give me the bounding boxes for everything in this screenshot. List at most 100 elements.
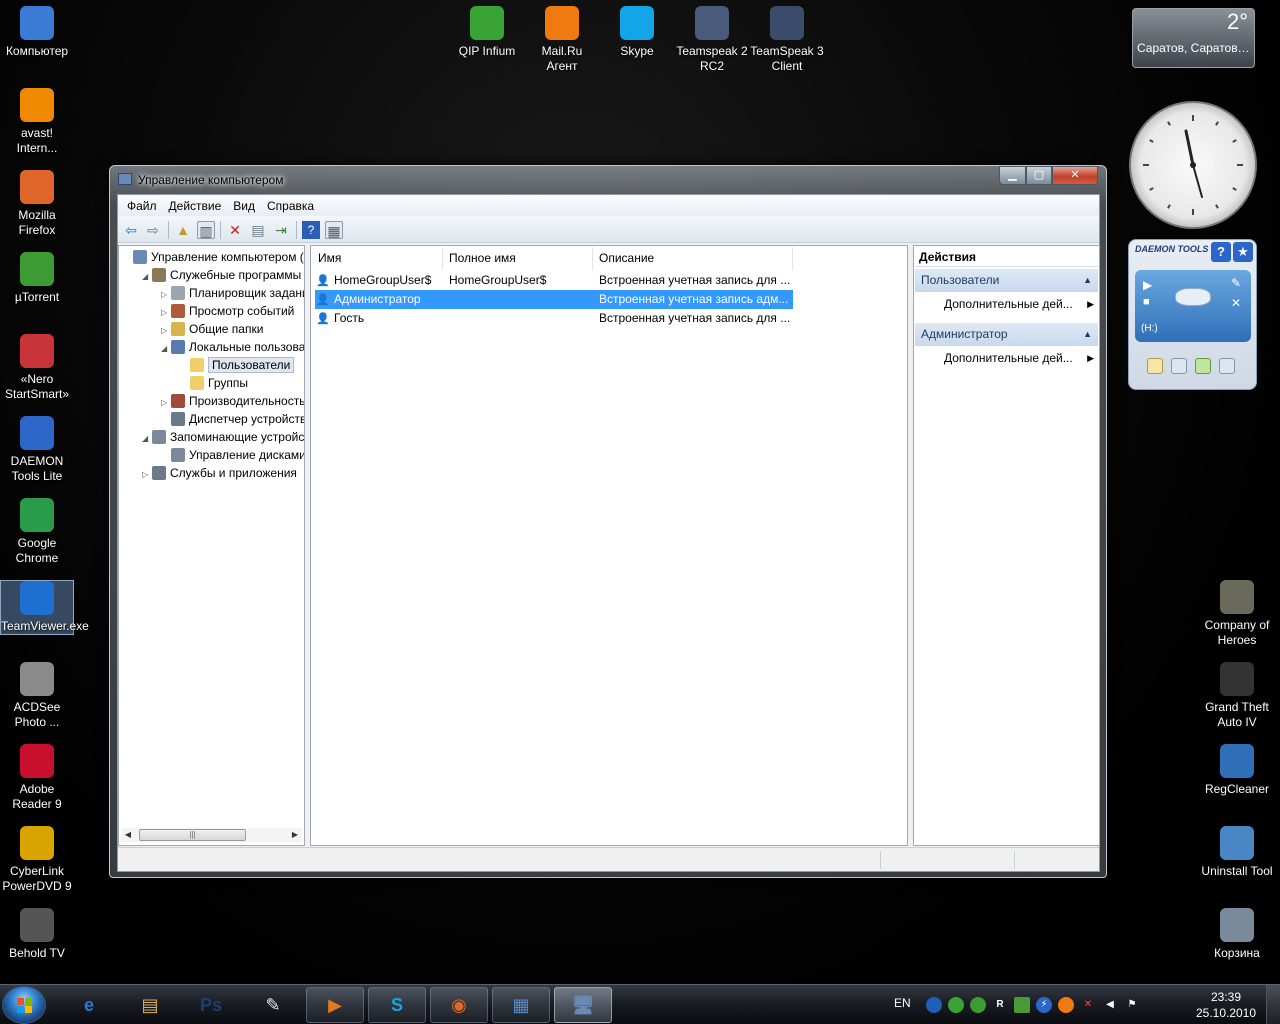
desktop-shortcut[interactable]: Корзина: [1200, 908, 1274, 961]
user-row[interactable]: 👤 HomeGroupUser$ HomeGroupUser$ Встроенная …: [315, 271, 793, 290]
expand-arrow-icon[interactable]: ◢: [142, 430, 152, 448]
expand-arrow-icon[interactable]: ◢: [142, 268, 152, 286]
daemon-help-button[interactable]: ?: [1211, 242, 1231, 262]
tree-node[interactable]: ▷ Службы и приложения: [142, 464, 297, 482]
wrench-icon[interactable]: ✎: [1231, 276, 1241, 290]
minimize-button[interactable]: ▁: [999, 166, 1026, 185]
computer-management-window[interactable]: Управление компьютером ▁ ▢ ✕ Файл Действ…: [109, 165, 1107, 878]
desktop-shortcut[interactable]: Adobe Reader 9: [0, 744, 74, 812]
expand-arrow-icon[interactable]: ◢: [161, 340, 171, 358]
actions-section-users[interactable]: Пользователи ▲: [915, 269, 1098, 292]
regcleaner-tray-icon[interactable]: R: [992, 997, 1008, 1013]
column-header-description[interactable]: Описание: [593, 247, 793, 270]
daemon-tools-gadget[interactable]: DAEMON TOOLS ? ★ ▶ ■ ✎ ✕ (H:): [1128, 239, 1257, 390]
delete-icon[interactable]: ✕: [226, 221, 244, 239]
up-level-icon[interactable]: ▲: [174, 221, 192, 239]
show-hide-tree-icon[interactable]: ▥: [197, 221, 215, 239]
tree-node[interactable]: Управление дисками: [161, 446, 304, 464]
desktop-shortcut[interactable]: Grand Theft Auto IV: [1200, 662, 1274, 730]
desktop-shortcut[interactable]: DAEMON Tools Lite: [0, 416, 74, 484]
network-tray-icon[interactable]: ✕: [1080, 997, 1096, 1013]
tree-node[interactable]: Диспетчер устройств: [161, 410, 304, 428]
desktop-shortcut[interactable]: «Nero StartSmart»: [0, 334, 74, 402]
user-row[interactable]: 👤 Гость Встроенная учетная запись для ...: [315, 309, 793, 328]
volume-tray-icon[interactable]: ◀: [1102, 997, 1118, 1013]
desktop-shortcut[interactable]: Mozilla Firefox: [0, 170, 74, 238]
help-icon[interactable]: ?: [302, 221, 320, 239]
tree-node[interactable]: Пользователи: [180, 356, 295, 374]
collapse-icon[interactable]: ▲: [1083, 323, 1092, 346]
remove-drive-icon[interactable]: [1219, 358, 1235, 374]
column-header-name[interactable]: Имя: [312, 247, 443, 270]
title-bar[interactable]: Управление компьютером ▁ ▢ ✕: [110, 166, 1106, 192]
export-list-icon[interactable]: ⇥: [272, 221, 290, 239]
close-button[interactable]: ✕: [1052, 166, 1098, 185]
show-desktop-button[interactable]: [1266, 985, 1280, 1024]
tree-node[interactable]: Группы: [180, 374, 248, 392]
desktop-shortcut[interactable]: Company of Heroes: [1200, 580, 1274, 648]
desktop-shortcut[interactable]: Behold TV: [0, 908, 74, 961]
desktop-shortcut[interactable]: avast! Intern...: [0, 88, 74, 156]
taskbar-firefox-button[interactable]: ◉: [430, 987, 488, 1023]
desktop-shortcut[interactable]: TeamViewer.exe: [0, 580, 89, 635]
scroll-left-icon[interactable]: ◀: [121, 828, 135, 842]
more-actions-administrator[interactable]: Дополнительные дей... ▶: [944, 348, 1094, 368]
console-tree[interactable]: Управление компьютером (л ◢ Служебные прог…: [118, 245, 305, 846]
taskbar-computer-management-button[interactable]: 🖥: [554, 987, 612, 1023]
tree-horizontal-scrollbar[interactable]: ◀ ||| ▶: [121, 828, 302, 842]
taskbar-ie-button[interactable]: e: [60, 987, 118, 1023]
forward-icon[interactable]: ⇨: [144, 221, 162, 239]
tree-node[interactable]: ◢ Запоминающие устройст: [142, 428, 304, 448]
tree-node[interactable]: Управление компьютером (л: [123, 248, 304, 266]
qip-tray-icon[interactable]: [948, 997, 964, 1013]
menu-action[interactable]: Действие: [166, 195, 229, 216]
desktop-shortcut[interactable]: Mail.Ru Агент: [525, 6, 599, 74]
language-indicator[interactable]: EN: [894, 996, 911, 1010]
desktop-shortcut[interactable]: TeamSpeak 3 Client: [750, 6, 824, 74]
taskbar-media-player-button[interactable]: ▶: [306, 987, 364, 1023]
taskbar-photoshop-button[interactable]: Ps: [182, 987, 240, 1023]
expand-arrow-icon[interactable]: ▷: [142, 466, 152, 484]
scrollbar-thumb[interactable]: |||: [139, 829, 246, 841]
column-header-full-name[interactable]: Полное имя: [443, 247, 593, 270]
taskbar-control-panel-button[interactable]: ▦: [492, 987, 550, 1023]
desktop-shortcut[interactable]: Компьютер: [0, 6, 74, 59]
desktop-shortcut[interactable]: Skype: [600, 6, 674, 59]
show-hide-action-pane-icon[interactable]: ▦: [325, 221, 343, 239]
desktop-shortcut[interactable]: CyberLink PowerDVD 9: [0, 826, 74, 894]
eject-icon[interactable]: ✕: [1231, 296, 1241, 310]
desktop-shortcut[interactable]: Uninstall Tool: [1200, 826, 1274, 879]
tree-node[interactable]: ▷ Просмотр событий: [161, 302, 294, 320]
taskbar-skype-button[interactable]: S: [368, 987, 426, 1023]
start-button[interactable]: [2, 986, 46, 1024]
mount-image-icon[interactable]: [1147, 358, 1163, 374]
add-drive-icon[interactable]: [1195, 358, 1211, 374]
image-catalog-icon[interactable]: [1171, 358, 1187, 374]
utorrent-tray-icon[interactable]: [970, 997, 986, 1013]
collapse-icon[interactable]: ▲: [1083, 269, 1092, 292]
more-actions-users[interactable]: Дополнительные дей... ▶: [944, 294, 1094, 314]
play-icon[interactable]: ▶: [1143, 278, 1152, 292]
user-row[interactable]: 👤 Администратор Встроенная учетная запись …: [315, 290, 793, 309]
tree-node[interactable]: ▷ Производительность: [161, 392, 304, 410]
maximize-button[interactable]: ▢: [1026, 166, 1052, 185]
menu-help[interactable]: Справка: [264, 195, 321, 216]
desktop-shortcut[interactable]: Google Chrome: [0, 498, 74, 566]
properties-icon[interactable]: ▤: [249, 221, 267, 239]
desktop-shortcut[interactable]: µTorrent: [0, 252, 74, 305]
bluetooth-tray-icon[interactable]: [926, 997, 942, 1013]
taskbar-explorer-button[interactable]: ▤: [121, 987, 179, 1023]
weather-gadget[interactable]: 2° Саратов, Саратовс...: [1132, 8, 1255, 68]
action-center-tray-icon[interactable]: ⚑: [1124, 997, 1140, 1013]
desktop-shortcut[interactable]: Teamspeak 2 RC2: [675, 6, 749, 74]
scroll-right-icon[interactable]: ▶: [288, 828, 302, 842]
mailru-tray-icon[interactable]: [1058, 997, 1074, 1013]
taskbar-clock[interactable]: 23:39 25.10.2010: [1190, 989, 1262, 1021]
tree-node[interactable]: ◢ Служебные программы: [142, 266, 301, 284]
daemon-tools-tray-icon[interactable]: ⚡: [1036, 997, 1052, 1013]
daemon-virtual-drive[interactable]: ▶ ■ ✎ ✕ (H:): [1135, 270, 1251, 342]
desktop-shortcut[interactable]: ACDSee Photo ...: [0, 662, 74, 730]
stop-icon[interactable]: ■: [1143, 296, 1150, 308]
desktop-shortcut[interactable]: RegCleaner: [1200, 744, 1274, 797]
battery-tray-icon[interactable]: [1014, 997, 1030, 1013]
